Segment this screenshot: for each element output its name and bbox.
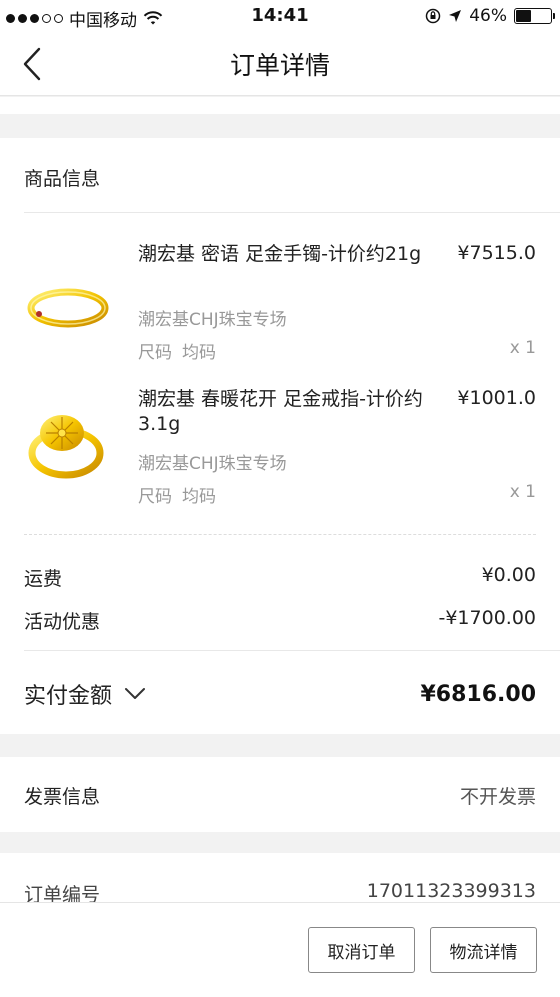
total-toggle[interactable]: 实付金额 [24,678,146,710]
size-label: 尺码 [138,343,172,363]
product-name[interactable]: 潮宏基 春暖花开 足金戒指-计价约3.1g [138,387,428,437]
nav-bar: 订单详情 [0,32,560,96]
dashed-divider [24,534,536,535]
product-quantity: x 1 [509,338,536,358]
battery-level [516,10,531,22]
page-title: 订单详情 [229,51,330,80]
invoice-section[interactable]: 发票信息 不开发票 [0,757,560,832]
product-price: ¥1001.0 [457,387,536,409]
chevron-down-icon [125,688,146,699]
size-value: 均码 [182,343,216,363]
goods-section-title: 商品信息 [24,168,101,190]
total-label: 实付金额 [24,684,113,709]
size-label: 尺码 [138,487,172,507]
product-size: 尺码 均码 [138,482,226,507]
discount-value: -¥1700.00 [438,607,536,629]
battery-icon [514,8,555,24]
product-shop: 潮宏基CHJ珠宝专场 [138,310,287,330]
status-bar: 中国移动 14:41 46% [0,0,560,32]
logistics-details-button[interactable]: 物流详情 [430,927,537,973]
invoice-row[interactable]: 发票信息 不开发票 [24,782,536,809]
gold-bangle-image [27,288,109,328]
goods-section: 商品信息 潮宏基 密语 足金手镯-计价约21g ¥7515.0 潮宏基CHJ珠宝… [0,138,560,734]
status-right: 46% [425,6,555,26]
product-shop: 潮宏基CHJ珠宝专场 [138,454,287,474]
product-price: ¥7515.0 [457,242,536,264]
gold-ring-image [28,415,104,479]
product-name[interactable]: 潮宏基 密语 足金手镯-计价约21g [138,242,428,267]
product-size: 尺码 均码 [138,338,226,363]
discount-label: 活动优惠 [24,611,101,633]
shipping-label: 运费 [24,568,63,590]
rotation-lock-icon [425,8,441,24]
divider [24,212,560,213]
location-arrow-icon [449,10,462,22]
battery-percent: 46% [469,6,507,26]
discount-row: 活动优惠 -¥1700.00 [24,607,536,634]
divider [24,650,560,651]
action-bar: 取消订单 物流详情 [0,902,560,997]
invoice-label: 发票信息 [24,786,101,808]
size-value: 均码 [182,487,216,507]
shipping-value: ¥0.00 [481,564,536,586]
product-quantity: x 1 [509,482,536,502]
total-row[interactable]: 实付金额 ¥6816.00 [24,678,536,710]
product-item[interactable]: 潮宏基 密语 足金手镯-计价约21g ¥7515.0 潮宏基CHJ珠宝专场 尺码… [0,242,560,387]
cancel-order-button[interactable]: 取消订单 [308,927,415,973]
total-value: ¥6816.00 [420,681,536,707]
previous-section-edge [0,97,560,114]
product-item[interactable]: 潮宏基 春暖花开 足金戒指-计价约3.1g ¥1001.0 潮宏基CHJ珠宝专场… [0,387,560,532]
invoice-value: 不开发票 [459,786,536,808]
shipping-row: 运费 ¥0.00 [24,564,536,591]
